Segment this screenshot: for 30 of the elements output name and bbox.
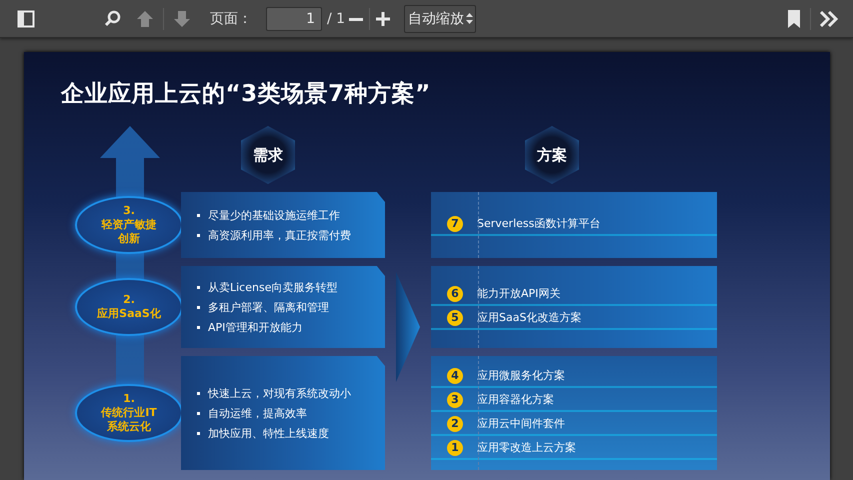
number-badge: 1 [447, 440, 463, 456]
need-item: 从卖License向卖服务转型 [208, 280, 338, 294]
scenario-name: 应用SaaS化 [96, 307, 162, 321]
need-item: 高资源利用率，真正按需付费 [208, 228, 351, 242]
need-item: 尽量少的基础设施运维工作 [208, 208, 340, 222]
number-badge: 4 [447, 368, 463, 384]
scenario-number: 3. [123, 204, 135, 218]
need-item: 自动运维，提高效率 [208, 406, 307, 420]
section-header: 方案 [525, 126, 579, 184]
scenario-name: 轻资产敏捷创新 [100, 218, 158, 246]
page-label: 页面： [210, 10, 252, 28]
scenario-number: 1. [123, 392, 135, 406]
number-badge: 2 [447, 416, 463, 432]
solution-item: Serverless函数计算平台 [477, 216, 600, 231]
need-item: 快速上云，对现有系统改动小 [208, 386, 351, 400]
number-badge: 3 [447, 392, 463, 408]
caret-icon [466, 13, 474, 24]
zoom-select[interactable]: 自动缩放 [404, 4, 476, 32]
page-total: / 1 [327, 10, 346, 26]
scenario-number: 2. [123, 293, 135, 307]
need-item: API管理和开放能力 [208, 320, 302, 334]
number-badge: 5 [447, 310, 463, 326]
page-number-field[interactable]: 1 [266, 6, 322, 30]
need-item: 加快应用、特性上线速度 [208, 426, 329, 440]
need-item: 多租户部署、隔离和管理 [208, 300, 329, 314]
section-header: 需求 [241, 126, 295, 184]
number-badge: 7 [447, 216, 463, 232]
slide-title: 企业应用上云的“3类场景7种方案” [60, 80, 432, 109]
number-badge: 6 [447, 286, 463, 302]
scenario-name: 传统行业IT系统云化 [100, 406, 158, 434]
